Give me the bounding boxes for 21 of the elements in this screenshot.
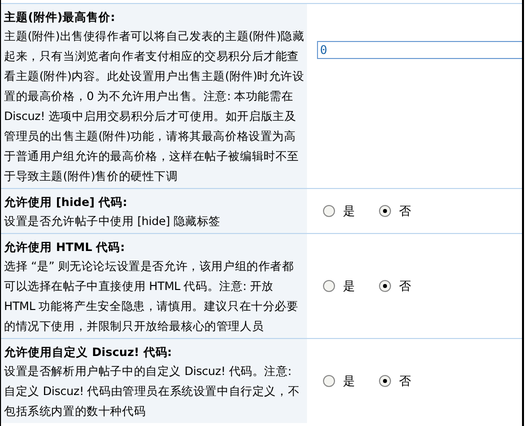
radio-button[interactable] xyxy=(323,375,335,387)
radio-button[interactable] xyxy=(323,205,335,217)
setting-title: 允许使用 HTML 代码: xyxy=(4,239,126,256)
setting-description: 设置是否允许帖子中使用 [hide] 隐藏标签 xyxy=(4,213,222,230)
radio-label[interactable]: 是 xyxy=(343,372,355,390)
radio-button[interactable] xyxy=(379,205,391,217)
radio-label[interactable]: 否 xyxy=(399,202,411,220)
radio-label[interactable]: 是 xyxy=(343,278,355,294)
price-input-field[interactable]: 0 xyxy=(317,41,522,59)
radio-button[interactable] xyxy=(379,280,391,292)
setting-description: 设置是否解析用户帖子中的自定义 Discuz! 代码。注意: 自定义 Discuz! 代码由管理员在系统设置中自行定义，不包括系统内置的数十种代码 xyxy=(4,363,301,420)
radio-label[interactable]: 否 xyxy=(399,372,411,390)
setting-title: 允许使用 [hide] 代码: xyxy=(4,194,128,211)
radio-label[interactable]: 是 xyxy=(343,202,355,220)
setting-title: 主题(附件)最高售价: xyxy=(4,9,116,26)
setting-description: 主题(附件)出售使得作者可以将自己发表的主题(附件)隐藏起来，只有当浏览者向作者支付相应的交易积分后才能查看主题(附件)内容。此处设置用户出售主题(附件)时允许设置的最高价格，0 为不允许用户出售。注意: 本功能需在 Discuz! 选项中启用交易积分后才可使用。如开启版主及管理员的出售主题(附件)功能，请将其最高价格设置为高于普通用户组允许的最高价格，这样在帖子被编辑时不至于导致主题(附件)售价的硬性下调 xyxy=(4,28,305,185)
radio-label[interactable]: 否 xyxy=(399,278,411,294)
radio-button[interactable] xyxy=(323,280,335,292)
setting-description: 选择 “是” 则无论论坛设置是否允许，该用户组的作者都可以选择在帖子中直接使用 HTML 代码。注意: 开放 HTML 功能将产生安全隐患，请慎用。建议只在十分必要的情况下使用，并限制只开放给最核心的管理人员 xyxy=(4,258,300,335)
setting-title: 允许使用自定义 Discuz! 代码: xyxy=(4,344,173,361)
radio-button[interactable] xyxy=(379,375,391,387)
